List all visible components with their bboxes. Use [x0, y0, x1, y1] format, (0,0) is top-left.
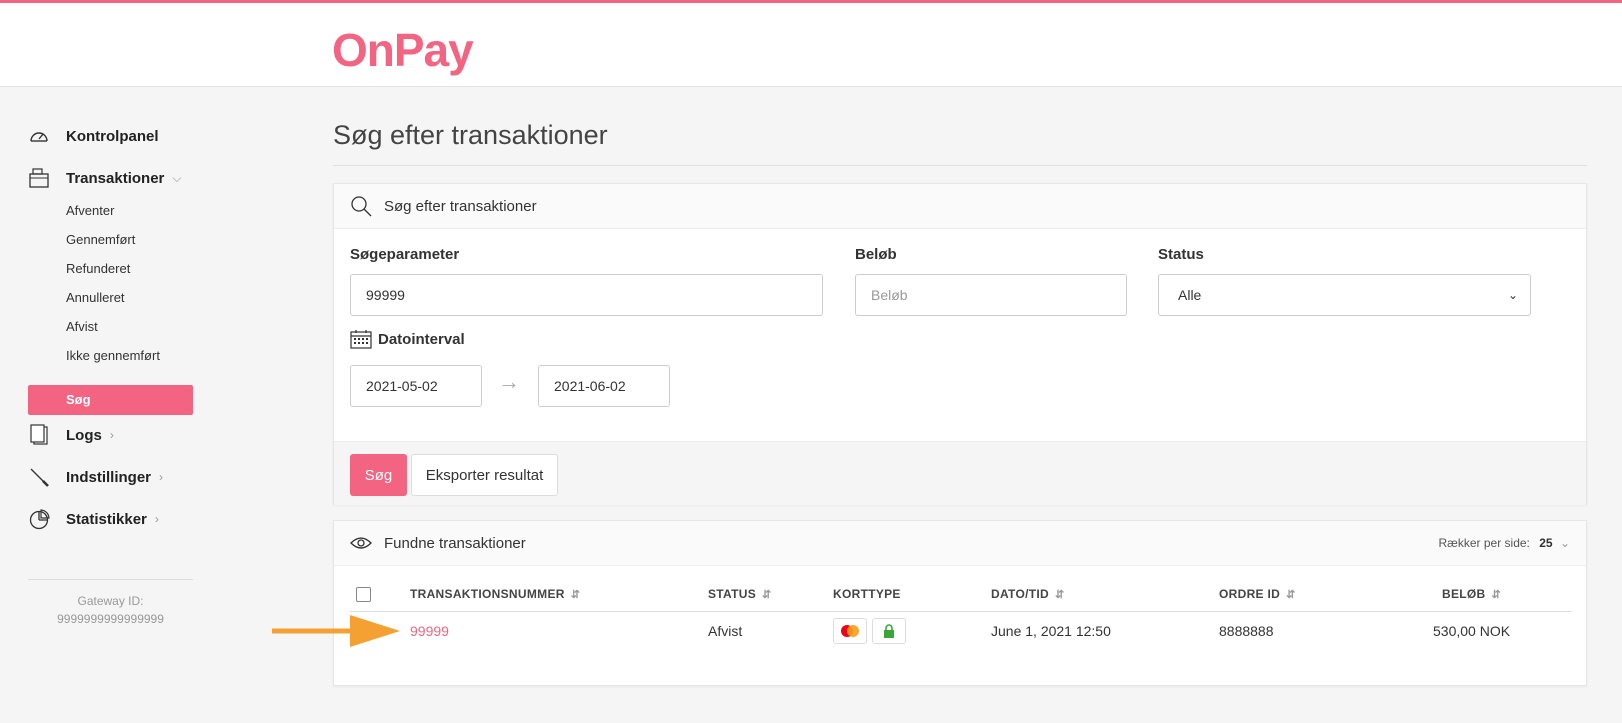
- sidebar-sub-afventer[interactable]: Afventer: [66, 203, 114, 218]
- column-header-transaction[interactable]: TRANSAKTIONSNUMMER ⇵: [410, 587, 580, 601]
- sort-icon: ⇵: [570, 588, 581, 601]
- search-card-footer: Søg Eksporter resultat: [334, 441, 1586, 505]
- top-bar: OnPay: [0, 0, 1622, 87]
- column-header-amount[interactable]: BELØB ⇵: [1442, 587, 1501, 601]
- transaction-status: Afvist: [708, 623, 743, 639]
- amount-label: Beløb: [855, 246, 897, 263]
- search-card-title: Søg efter transaktioner: [384, 197, 537, 215]
- search-card: Søg efter transaktioner Søgeparameter 99…: [333, 183, 1587, 505]
- sidebar-item-label: Indstillinger: [66, 468, 152, 486]
- sidebar-item-indstillinger[interactable]: Indstillinger ›: [28, 466, 163, 488]
- column-header-label: STATUS: [708, 587, 757, 601]
- sidebar-divider: [28, 579, 193, 580]
- sort-icon: ⇵: [1491, 588, 1502, 601]
- sidebar-item-transaktioner[interactable]: Transaktioner ⌵: [28, 167, 181, 189]
- search-param-label: Søgeparameter: [350, 246, 460, 263]
- transaction-amount: 530,00 NOK: [1433, 623, 1511, 639]
- date-to-input[interactable]: 2021-06-02: [538, 365, 670, 407]
- search-card-header: Søg efter transaktioner: [334, 184, 1586, 229]
- gateway-label: Gateway ID:: [77, 594, 144, 608]
- amount-input[interactable]: Beløb: [855, 274, 1127, 316]
- sidebar-sub-ikke-gennemfoert[interactable]: Ikke gennemført: [66, 348, 160, 363]
- page-title: Søg efter transaktioner: [333, 120, 608, 150]
- sidebar-item-label: Logs: [66, 426, 102, 444]
- divider: [333, 165, 1587, 166]
- pie-chart-icon: [28, 508, 50, 530]
- arrow-right-icon: →: [498, 369, 520, 394]
- lock-icon: [872, 618, 906, 644]
- sidebar-item-label: Transaktioner: [66, 169, 165, 187]
- sort-icon: ⇵: [1054, 588, 1065, 601]
- status-select-value: Alle: [1178, 287, 1202, 303]
- column-header-status[interactable]: STATUS ⇵: [708, 587, 772, 601]
- column-header-order-id[interactable]: ORDRE ID ⇵: [1219, 587, 1296, 601]
- chevron-right-icon: ›: [159, 470, 164, 484]
- status-select[interactable]: Alle ⌄: [1158, 274, 1531, 316]
- select-all-checkbox[interactable]: [356, 587, 371, 602]
- column-header-card-type: KORTTYPE: [833, 587, 901, 601]
- sidebar-item-statistikker[interactable]: Statistikker ›: [28, 508, 159, 530]
- sort-icon: ⇵: [1286, 588, 1296, 601]
- column-header-label: DATO/TID: [991, 587, 1049, 601]
- speedometer-icon: [28, 125, 50, 147]
- sidebar-sub-gennemfoert[interactable]: Gennemført: [66, 232, 135, 247]
- results-card-header: Fundne transaktioner: [334, 521, 1586, 566]
- eye-icon: [350, 535, 372, 551]
- gateway-info: Gateway ID: 9999999999999999: [28, 592, 193, 628]
- search-icon: [350, 195, 372, 217]
- rows-per-page-value: 25: [1539, 536, 1553, 550]
- table-divider: [350, 611, 1572, 612]
- rows-per-page-label: Rækker per side:: [1438, 536, 1530, 550]
- documents-icon: [28, 424, 50, 446]
- results-card: Fundne transaktioner Rækker per side: 25…: [333, 520, 1587, 686]
- date-from-input[interactable]: 2021-05-02: [350, 365, 482, 407]
- date-interval-label: Datointerval: [350, 329, 465, 349]
- sidebar-sub-annulleret[interactable]: Annulleret: [66, 290, 125, 305]
- mastercard-icon: [833, 618, 867, 644]
- sidebar-item-label: Kontrolpanel: [66, 127, 159, 145]
- wrench-icon: [28, 466, 50, 488]
- column-header-label: ORDRE ID: [1219, 587, 1281, 601]
- column-header-datetime[interactable]: DATO/TID ⇵: [991, 587, 1064, 601]
- transaction-order-id: 8888888: [1219, 623, 1274, 639]
- sidebar-sub-refunderet[interactable]: Refunderet: [66, 261, 130, 276]
- sidebar-item-kontrolpanel[interactable]: Kontrolpanel: [28, 125, 159, 147]
- sidebar-sub-afvist[interactable]: Afvist: [66, 319, 98, 334]
- search-button[interactable]: Søg: [350, 454, 407, 496]
- transaction-number-link[interactable]: 99999: [410, 623, 449, 639]
- annotation-arrow: [272, 615, 400, 647]
- chevron-down-icon: ⌄: [1507, 288, 1518, 302]
- sidebar-item-label: Statistikker: [66, 510, 147, 528]
- column-header-label: BELØB: [1442, 587, 1486, 601]
- sidebar-sub-soeg-active[interactable]: Søg: [28, 385, 193, 415]
- wallet-icon: [28, 167, 50, 189]
- transaction-datetime: June 1, 2021 12:50: [991, 623, 1111, 639]
- date-interval-text: Datointerval: [378, 330, 465, 348]
- sidebar-item-logs[interactable]: Logs ›: [28, 424, 114, 446]
- results-card-title: Fundne transaktioner: [384, 534, 526, 552]
- sort-icon: ⇵: [762, 588, 772, 601]
- chevron-right-icon: ›: [109, 428, 114, 442]
- chevron-right-icon: ›: [154, 512, 159, 526]
- rows-per-page[interactable]: Rækker per side: 25 ⌄: [1439, 536, 1570, 550]
- status-label: Status: [1158, 246, 1204, 263]
- column-header-label: KORTTYPE: [833, 587, 901, 601]
- search-param-input[interactable]: 99999: [350, 274, 823, 316]
- sidebar: Kontrolpanel Transaktioner ⌵ Afventer Ge…: [0, 87, 220, 723]
- calendar-icon: [350, 329, 372, 349]
- onpay-logo[interactable]: OnPay: [332, 23, 474, 77]
- export-results-button[interactable]: Eksporter resultat: [411, 454, 558, 496]
- gateway-id: 9999999999999999: [57, 612, 164, 626]
- column-header-label: TRANSAKTIONSNUMMER: [410, 587, 565, 601]
- chevron-down-icon: ⌄: [1559, 536, 1570, 550]
- chevron-down-icon: ⌵: [172, 170, 182, 185]
